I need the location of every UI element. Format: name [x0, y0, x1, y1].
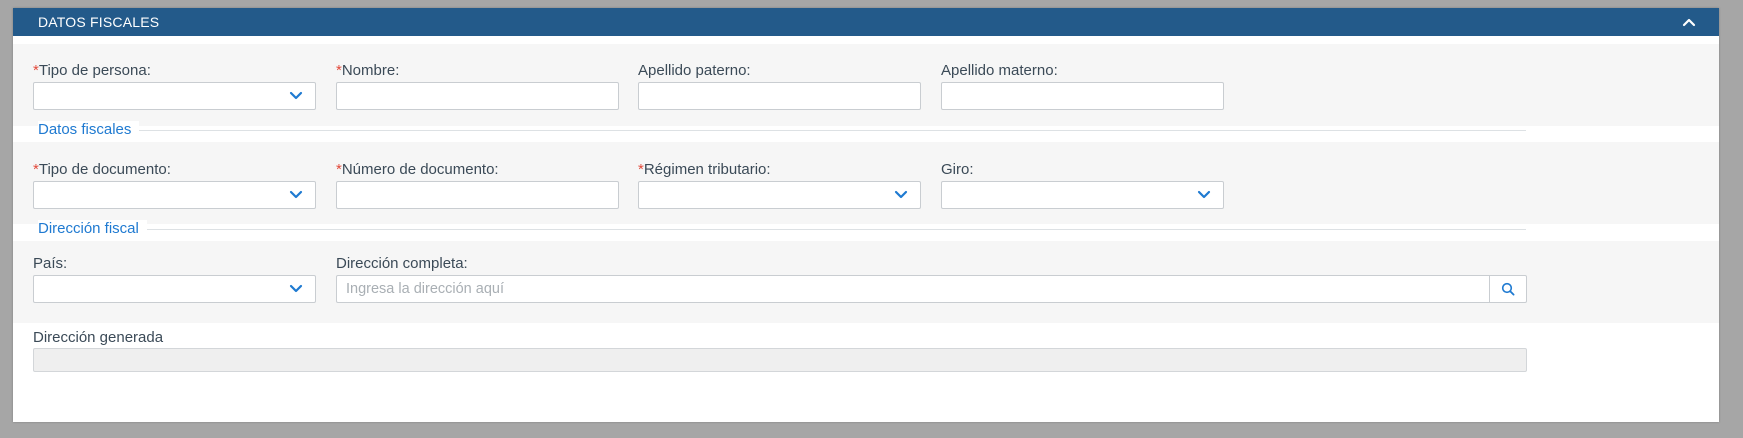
- apellido-paterno-input[interactable]: [638, 82, 921, 110]
- section-divider: [38, 130, 1526, 131]
- fiscal-row: *Tipo de documento: *Número de documento…: [13, 142, 1719, 224]
- chevron-up-icon: [1682, 18, 1696, 27]
- chevron-down-icon: [1197, 190, 1211, 199]
- nombre-input[interactable]: [336, 82, 619, 110]
- chevron-down-icon: [894, 190, 908, 199]
- direccion-placeholder: Ingresa la dirección aquí: [346, 281, 504, 297]
- nombre-text: Nombre:: [341, 62, 400, 79]
- person-row: *Tipo de persona: *Nombre: Apellido pate…: [13, 44, 1719, 126]
- search-icon: [1501, 282, 1515, 296]
- apellido-materno-label: Apellido materno:: [941, 62, 1058, 79]
- regimen-select[interactable]: [638, 181, 921, 209]
- collapse-button[interactable]: [1679, 12, 1699, 32]
- tipo-persona-select[interactable]: [33, 82, 316, 110]
- numero-documento-label: *Número de documento:: [336, 161, 499, 178]
- tipo-documento-label: *Tipo de documento:: [33, 161, 171, 178]
- numero-documento-text: Número de documento:: [341, 161, 499, 178]
- chevron-down-icon: [289, 91, 303, 100]
- pais-label: País:: [33, 255, 68, 272]
- giro-select[interactable]: [941, 181, 1224, 209]
- tipo-persona-text: Tipo de persona:: [38, 62, 151, 79]
- address-row: País: Dirección completa: Ingresa la dir…: [13, 241, 1719, 323]
- search-button[interactable]: [1489, 276, 1526, 302]
- pais-select[interactable]: [33, 275, 316, 303]
- giro-label: Giro:: [941, 161, 974, 178]
- section-title-datos-fiscales: Datos fiscales: [38, 121, 140, 138]
- chevron-down-icon: [289, 284, 303, 293]
- panel-title: DATOS FISCALES: [38, 14, 160, 30]
- apellido-paterno-label: Apellido paterno:: [638, 62, 751, 79]
- section-divider: [38, 229, 1526, 230]
- numero-documento-input[interactable]: [336, 181, 619, 209]
- tipo-persona-label: *Tipo de persona:: [33, 62, 151, 79]
- tipo-documento-text: Tipo de documento:: [38, 161, 171, 178]
- direccion-label: Dirección completa:: [336, 255, 468, 272]
- datos-fiscales-panel: DATOS FISCALES *Tipo de persona: *Nombre…: [13, 8, 1719, 422]
- apellido-materno-input[interactable]: [941, 82, 1224, 110]
- direccion-input[interactable]: Ingresa la dirección aquí: [336, 275, 1527, 303]
- direccion-generada-output: [33, 348, 1527, 372]
- chevron-down-icon: [289, 190, 303, 199]
- regimen-text: Régimen tributario:: [643, 161, 771, 178]
- tipo-documento-select[interactable]: [33, 181, 316, 209]
- direccion-generada-label: Dirección generada: [33, 329, 164, 346]
- section-title-direccion-fiscal: Dirección fiscal: [38, 220, 147, 237]
- regimen-label: *Régimen tributario:: [638, 161, 771, 178]
- panel-header[interactable]: DATOS FISCALES: [13, 8, 1719, 36]
- nombre-label: *Nombre:: [336, 62, 399, 79]
